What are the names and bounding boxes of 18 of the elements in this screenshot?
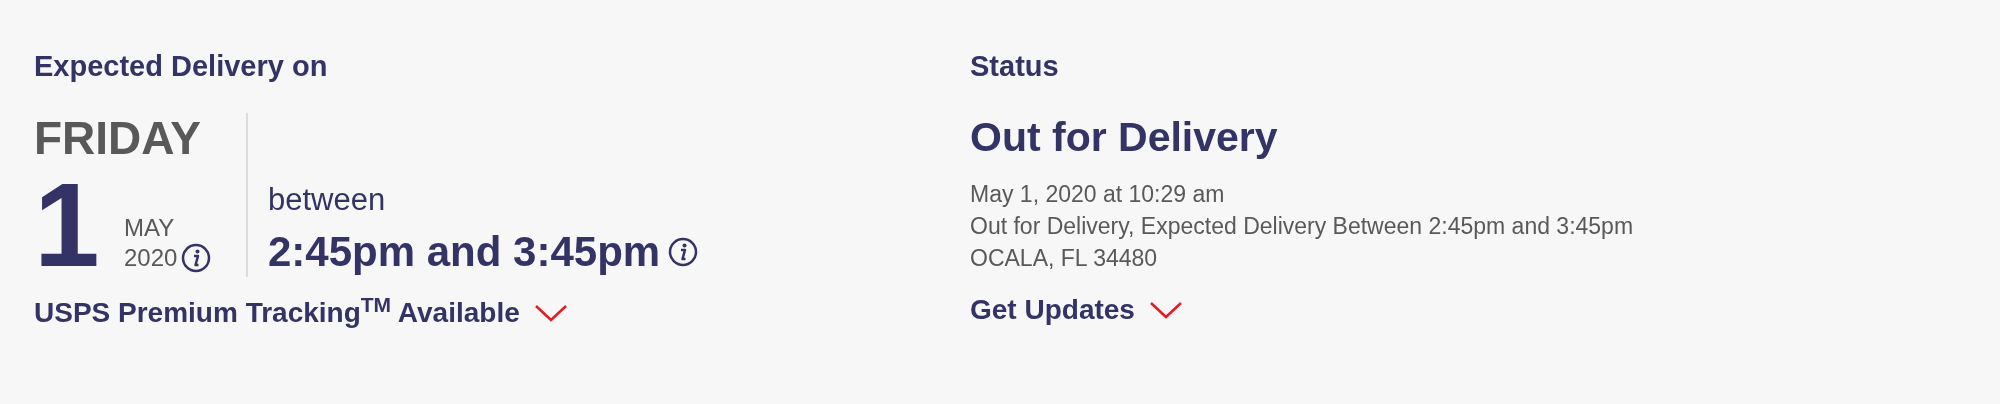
status-detail-line: OCALA, FL 34480 (970, 244, 1159, 273)
day-number: 1 (34, 175, 101, 276)
section-heading: Status (970, 52, 1060, 81)
month: MAY (124, 213, 176, 244)
year: 2020 (124, 243, 178, 274)
weekday: FRIDAY (34, 115, 202, 161)
premium-tracking-link[interactable]: USPS Premium Tracking$^{TM}$ Available (34, 299, 520, 327)
status-detail-line: Out for Delivery, Expected Delivery Between 2:45pm and 3:45pm (970, 212, 1634, 241)
info-icon[interactable] (668, 237, 699, 267)
get-updates-link[interactable]: Get Updates (970, 296, 1135, 324)
section-heading: Expected Delivery on (34, 52, 329, 81)
delivery-time-range: 2:45pm and 3:45pm (268, 231, 661, 273)
chevron-down-icon[interactable] (533, 303, 568, 323)
between-label: between (268, 184, 387, 215)
status-detail-line: May 1, 2020 at 10:29 am (970, 180, 1226, 209)
info-icon[interactable] (181, 243, 212, 274)
chevron-down-icon[interactable] (1148, 300, 1183, 320)
status-title: Out for Delivery (970, 117, 1279, 158)
